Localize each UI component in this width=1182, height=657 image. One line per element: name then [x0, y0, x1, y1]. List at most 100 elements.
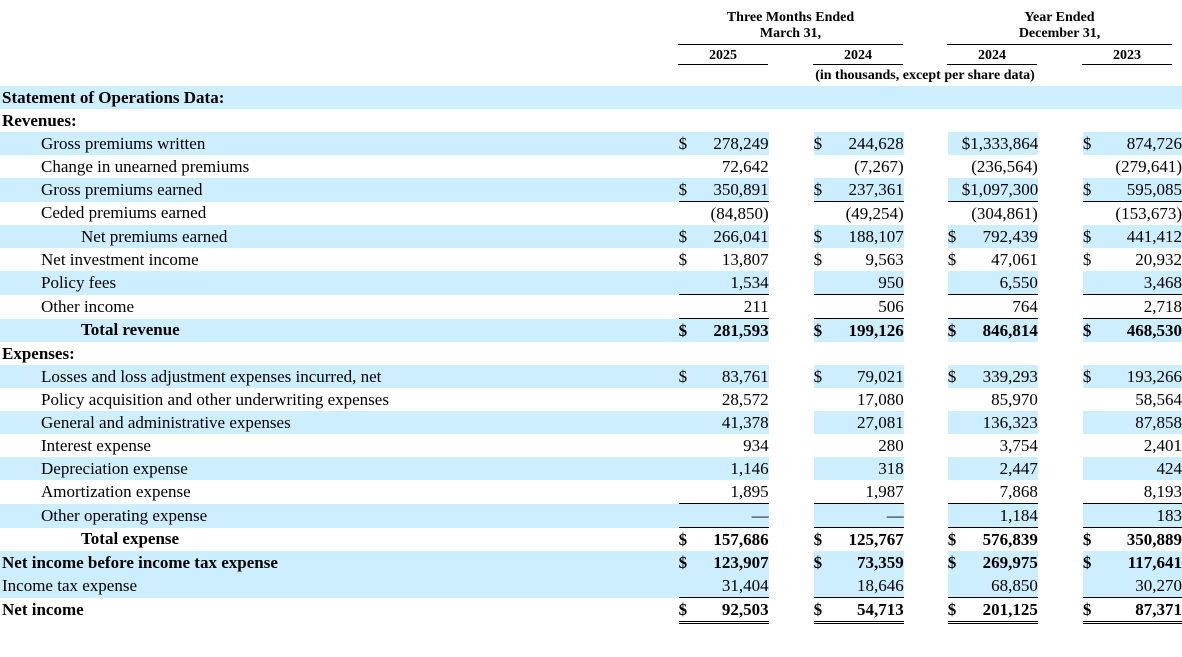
currency-symbol: $ [1082, 318, 1097, 342]
value-cell: 1,987 [865, 481, 904, 501]
column-gap [904, 225, 948, 248]
column-gap [904, 598, 948, 623]
currency-symbol: $ [678, 225, 693, 248]
column-gap [904, 271, 948, 295]
currency-symbol: $ [1082, 551, 1097, 574]
row-label: Net investment income [41, 249, 199, 269]
value-cell: 764 [961, 294, 1038, 319]
value-cell: 188,107 [827, 225, 904, 248]
column-gap [769, 528, 814, 552]
value-cell: 199,126 [827, 318, 904, 342]
column-gap [904, 295, 948, 319]
row-label: Total revenue [0, 318, 679, 342]
currency-symbol: $ [678, 551, 693, 574]
value-cell: 350,889 [1096, 527, 1182, 551]
currency-symbol [947, 271, 962, 295]
currency-symbol [678, 457, 693, 480]
column-gap [769, 132, 814, 155]
table-row: Other operating expense — — 1,184 183 [0, 503, 1182, 528]
currency-symbol [1082, 503, 1097, 528]
currency-symbol [813, 411, 828, 434]
row-label: Other income [41, 296, 134, 316]
value-cell: 576,839 [961, 527, 1038, 551]
column-gap [769, 178, 814, 202]
currency-symbol [1082, 457, 1097, 480]
value-cell: 79,021 [827, 365, 904, 388]
value-cell: (236,564) [971, 156, 1038, 176]
currency-symbol [948, 388, 962, 411]
value-cell: 441,412 [1096, 225, 1182, 248]
column-gap [769, 319, 814, 343]
column-gap [769, 598, 814, 623]
currency-symbol: $ [678, 365, 693, 388]
value-cell: 1,146 [692, 457, 769, 480]
currency-symbol: $ [678, 178, 693, 202]
column-gap [904, 457, 948, 480]
currency-symbol: $ [947, 597, 962, 624]
column-gap [769, 434, 814, 457]
value-cell: 87,858 [1096, 411, 1182, 434]
currency-symbol [948, 480, 962, 504]
value-cell: 68,850 [961, 574, 1038, 598]
value-cell: 73,359 [827, 551, 904, 574]
value-cell: (304,861) [961, 201, 1038, 225]
three-months-line2: March 31, [759, 26, 822, 41]
table-row: Net income before income tax expense $123… [0, 551, 1182, 574]
currency-symbol [813, 503, 828, 528]
currency-symbol: $ [813, 249, 823, 269]
column-gap [904, 480, 948, 504]
value-cell: 424 [1096, 457, 1182, 480]
value-cell: 41,378 [692, 411, 769, 434]
value-cell: 244,628 [827, 132, 904, 155]
value-cell: 950 [827, 271, 904, 295]
column-gap [1038, 295, 1083, 319]
value-cell: $1,333,864 [961, 132, 1038, 155]
value-cell: 183 [1096, 503, 1182, 528]
value-cell: 339,293 [961, 365, 1038, 388]
currency-symbol: $ [678, 527, 693, 551]
column-gap [769, 411, 814, 434]
value-cell: 92,503 [692, 597, 769, 624]
column-gap [769, 365, 814, 388]
currency-symbol [947, 503, 962, 528]
column-gap [904, 528, 948, 552]
currency-symbol [1082, 574, 1097, 598]
table-row: Total expense $157,686 $125,767 $576,839 $35… [0, 527, 1182, 552]
currency-symbol [1082, 201, 1097, 225]
value-cell: 87,371 [1096, 597, 1182, 624]
column-gap [904, 434, 948, 457]
value-cell: 8,193 [1143, 481, 1182, 501]
table-row: Revenues: [0, 109, 1182, 132]
column-gap [1038, 551, 1083, 574]
currency-symbol [814, 480, 828, 504]
value-cell: 350,891 [692, 178, 769, 202]
row-label: General and administrative expenses [0, 411, 679, 434]
value-cell: — [692, 503, 769, 528]
currency-symbol [679, 155, 693, 178]
table-row: Ceded premiums earned (84,850) (49,254) (30… [0, 201, 1182, 225]
table-row: Policy fees 1,534 950 6,550 3,468 [0, 271, 1182, 295]
value-cell: (153,673) [1096, 201, 1182, 225]
column-gap [769, 271, 814, 295]
column-gap [769, 295, 814, 319]
value-cell: (279,641) [1115, 156, 1182, 176]
table-row: Interest expense 934 280 3,754 2,401 [0, 434, 1182, 457]
currency-symbol [678, 294, 693, 319]
col-rule-2024a [813, 64, 903, 65]
currency-symbol [1083, 434, 1097, 457]
currency-symbol: $ [947, 527, 962, 551]
column-gap [1038, 178, 1083, 202]
year-line2: December 31, [1018, 26, 1101, 41]
value-cell: 72,642 [721, 156, 769, 176]
currency-symbol: $ [1082, 249, 1092, 269]
col-header-2024a: 2024 [844, 48, 872, 63]
currency-symbol: $ [813, 365, 828, 388]
table-row: Statement of Operations Data: [0, 86, 1182, 109]
row-label: Net income [2, 600, 84, 619]
currency-symbol: $ [678, 597, 693, 624]
currency-symbol: $ [947, 365, 962, 388]
value-cell: 269,975 [961, 551, 1038, 574]
value-cell: 47,061 [991, 249, 1038, 269]
three-months-header: Three Months Ended March 31, [678, 10, 903, 42]
table-row: Gross premiums written $278,249 $244,628 $1… [0, 132, 1182, 155]
